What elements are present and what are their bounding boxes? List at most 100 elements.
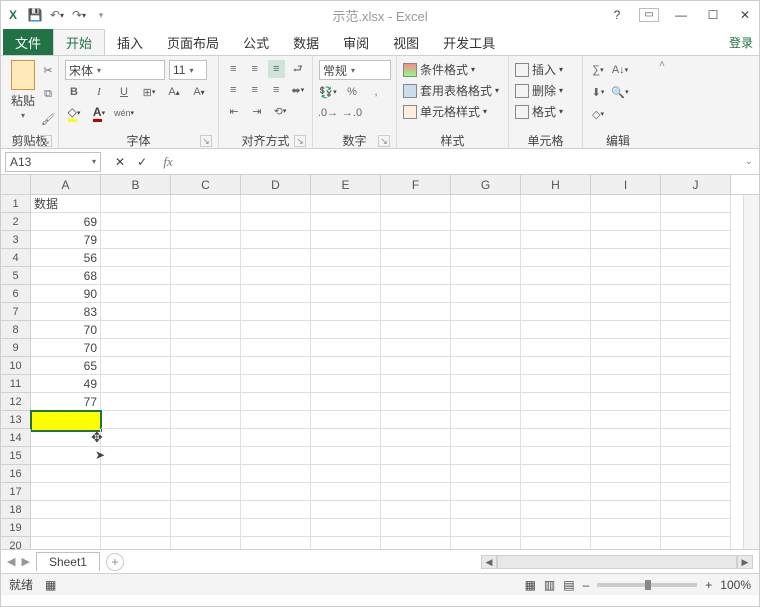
cell[interactable] [171,483,241,501]
cell[interactable] [101,231,171,249]
cell[interactable]: 79 [31,231,101,249]
cell[interactable] [101,447,171,465]
cell[interactable] [311,303,381,321]
fill-color-button[interactable]: ◇▾ [65,104,83,122]
row-header[interactable]: 1 [1,195,31,213]
cell[interactable] [171,303,241,321]
delete-cells-button[interactable]: 删除 ▾ [515,82,576,99]
zoom-slider[interactable] [597,583,697,587]
indent-dec-icon[interactable]: ⇤ [225,102,243,120]
cell[interactable] [241,195,311,213]
expand-formula-icon[interactable]: ⌄ [745,156,753,167]
cell[interactable] [451,213,521,231]
cell[interactable] [101,285,171,303]
cell[interactable] [381,249,451,267]
cell[interactable] [381,375,451,393]
cell[interactable] [661,303,731,321]
cell[interactable] [171,501,241,519]
cell[interactable] [171,537,241,549]
sheet-nav-next-icon[interactable]: ▶ [21,555,29,568]
cell[interactable] [591,213,661,231]
cell[interactable] [241,375,311,393]
cell[interactable] [171,195,241,213]
vertical-scrollbar[interactable] [743,195,759,549]
align-right-icon[interactable]: ≡ [268,81,285,99]
row-header[interactable]: 12 [1,393,31,411]
sheet-nav-prev-icon[interactable]: ◀ [7,555,15,568]
cell[interactable] [451,375,521,393]
cell[interactable] [171,213,241,231]
cell[interactable] [591,429,661,447]
zoom-value[interactable]: 100% [720,578,751,592]
cell[interactable] [521,537,591,549]
align-launcher[interactable]: ↘ [294,135,306,147]
cell[interactable] [171,393,241,411]
cell[interactable] [171,357,241,375]
collapse-ribbon-icon[interactable]: ˄ [653,56,671,148]
merge-icon[interactable]: ⬌▾ [290,81,307,99]
row-header[interactable]: 11 [1,375,31,393]
row-header[interactable]: 8 [1,321,31,339]
cell[interactable] [311,375,381,393]
cell[interactable] [451,339,521,357]
cell[interactable]: 70 [31,339,101,357]
select-all-corner[interactable] [1,175,31,194]
ribbon-toggle-icon[interactable]: ▭ [639,8,659,22]
format-painter-icon[interactable]: 🖌 [39,111,57,129]
cell[interactable] [31,519,101,537]
sort-filter-icon[interactable]: A↓▾ [611,61,629,79]
cell[interactable] [521,429,591,447]
cell[interactable] [451,321,521,339]
minimize-icon[interactable]: — [671,8,691,22]
font-name-select[interactable]: 宋体▾ [65,60,165,80]
cell[interactable] [241,537,311,549]
col-header[interactable]: I [591,175,661,194]
col-header[interactable]: C [171,175,241,194]
cell[interactable] [591,195,661,213]
cell[interactable] [311,339,381,357]
wrap-text-icon[interactable]: ⮐ [290,60,307,78]
cell[interactable] [451,537,521,549]
cell[interactable] [171,375,241,393]
cell[interactable] [661,501,731,519]
undo-icon[interactable]: ↶▾ [49,7,65,23]
cell[interactable] [661,465,731,483]
cell[interactable] [381,267,451,285]
cell[interactable] [101,465,171,483]
cell[interactable]: 56 [31,249,101,267]
row-header[interactable]: 7 [1,303,31,321]
cell[interactable] [241,393,311,411]
cell[interactable] [101,267,171,285]
cell[interactable] [521,195,591,213]
cell[interactable]: 70 [31,321,101,339]
tab-view[interactable]: 视图 [381,29,431,55]
cell[interactable] [31,465,101,483]
save-icon[interactable]: 💾 [27,7,43,23]
format-cells-button[interactable]: 格式 ▾ [515,103,576,120]
row-header[interactable]: 14 [1,429,31,447]
fill-icon[interactable]: ⬇▾ [589,83,607,101]
cell[interactable] [661,249,731,267]
cell[interactable] [381,195,451,213]
comma-icon[interactable]: , [367,83,385,101]
align-top-icon[interactable]: ≡ [225,60,242,78]
cell[interactable]: 65 [31,357,101,375]
cell[interactable] [521,483,591,501]
find-icon[interactable]: 🔍▾ [611,83,629,101]
cell[interactable]: 69 [31,213,101,231]
number-format-select[interactable]: 常规▾ [319,60,391,80]
cell[interactable] [171,411,241,429]
cell[interactable] [661,195,731,213]
paste-button[interactable]: 粘贴 ▾ [7,58,39,132]
cell[interactable] [451,231,521,249]
cell[interactable] [521,393,591,411]
cell[interactable] [101,357,171,375]
cell[interactable] [381,411,451,429]
macro-record-icon[interactable]: ▦ [45,578,56,592]
cell[interactable] [381,303,451,321]
row-header[interactable]: 5 [1,267,31,285]
cell[interactable] [241,447,311,465]
cell[interactable] [101,429,171,447]
cell[interactable] [451,285,521,303]
cell[interactable] [31,537,101,549]
